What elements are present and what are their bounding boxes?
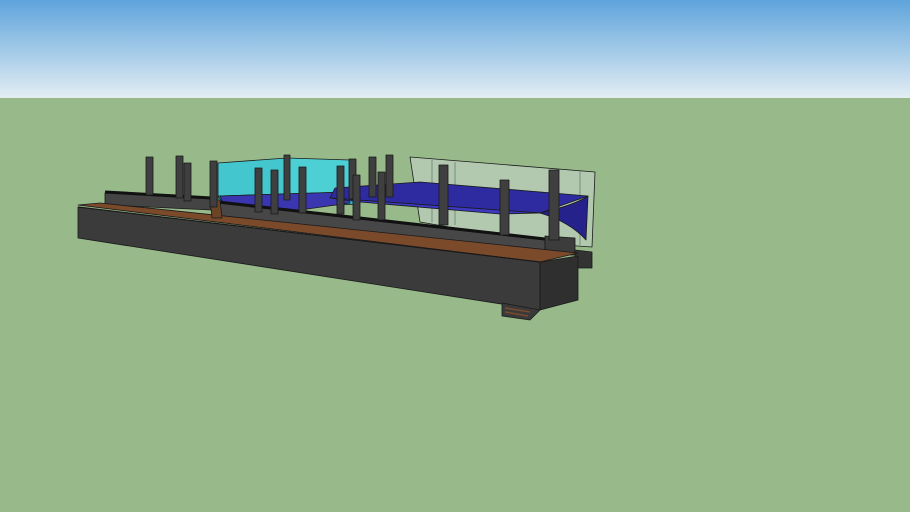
post: [270, 169, 279, 215]
post: [548, 169, 560, 241]
ground: [0, 98, 910, 512]
post: [183, 162, 192, 202]
post: [499, 179, 510, 236]
post: [175, 155, 184, 199]
hull-stern: [539, 255, 579, 311]
post: [352, 174, 361, 221]
post: [145, 156, 154, 196]
post: [438, 164, 449, 226]
sky: [0, 0, 910, 98]
post: [298, 166, 307, 214]
post: [336, 165, 345, 215]
post: [385, 154, 394, 198]
post: [377, 171, 386, 221]
model-viewport[interactable]: [0, 0, 910, 512]
post: [209, 160, 218, 208]
post: [368, 156, 377, 198]
post: [254, 167, 263, 213]
post: [283, 154, 291, 201]
